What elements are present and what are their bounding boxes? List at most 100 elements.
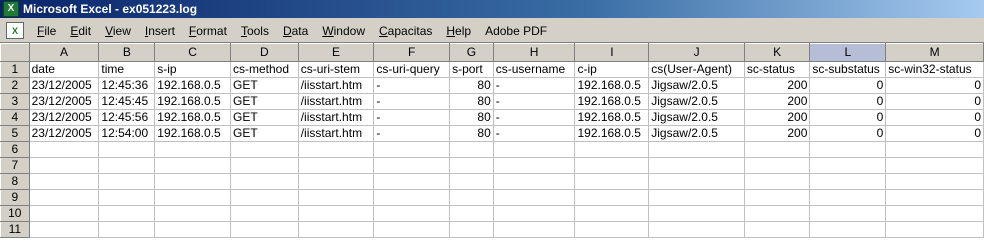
cell-c6[interactable] [154, 141, 231, 158]
cell-m5[interactable]: 0 [885, 125, 984, 142]
cell-c1[interactable]: s-ip [154, 61, 231, 78]
cell-e7[interactable] [297, 157, 375, 174]
cell-i2[interactable]: 192.168.0.5 [574, 77, 650, 94]
cell-d8[interactable] [229, 173, 299, 190]
cell-g7[interactable] [449, 157, 494, 174]
cell-e10[interactable] [297, 205, 375, 222]
menu-item-tools[interactable]: Tools [234, 21, 276, 41]
cell-i6[interactable] [574, 141, 650, 158]
cell-f1[interactable]: cs-uri-query [373, 61, 451, 78]
cell-a6[interactable] [28, 141, 100, 158]
cell-a4[interactable]: 23/12/2005 [28, 109, 100, 126]
cell-a8[interactable] [28, 173, 100, 190]
cell-f7[interactable] [373, 157, 451, 174]
cell-h3[interactable]: - [492, 93, 576, 110]
cell-g3[interactable]: 80 [449, 93, 494, 110]
excel-icon[interactable]: X [3, 1, 19, 17]
cell-i5[interactable]: 192.168.0.5 [574, 125, 650, 142]
cell-f9[interactable] [373, 189, 451, 206]
cell-h4[interactable]: - [492, 109, 576, 126]
menu-item-view[interactable]: View [98, 21, 138, 41]
cell-l3[interactable]: 0 [809, 93, 887, 110]
cell-h10[interactable] [492, 205, 576, 222]
cell-h2[interactable]: - [492, 77, 576, 94]
cell-f4[interactable]: - [373, 109, 451, 126]
cell-e3[interactable]: /iisstart.htm [297, 93, 375, 110]
cell-m1[interactable]: sc-win32-status [885, 61, 984, 78]
column-header-a[interactable]: A [28, 43, 100, 62]
cell-m9[interactable] [885, 189, 984, 206]
cell-j6[interactable] [648, 141, 745, 158]
cell-l9[interactable] [809, 189, 887, 206]
cell-h5[interactable]: - [492, 125, 576, 142]
cell-i3[interactable]: 192.168.0.5 [574, 93, 650, 110]
cell-j11[interactable] [648, 221, 745, 238]
cell-k2[interactable]: 200 [743, 77, 811, 94]
row-header[interactable]: 2 [0, 77, 30, 94]
cell-k8[interactable] [743, 173, 811, 190]
cell-j2[interactable]: Jigsaw/2.0.5 [648, 77, 745, 94]
row-header[interactable]: 8 [0, 173, 30, 190]
column-header-c[interactable]: C [154, 43, 231, 62]
cell-h11[interactable] [492, 221, 576, 238]
cell-e5[interactable]: /iisstart.htm [297, 125, 375, 142]
cell-f11[interactable] [373, 221, 451, 238]
cell-f8[interactable] [373, 173, 451, 190]
cell-a11[interactable] [28, 221, 100, 238]
cell-b6[interactable] [98, 141, 156, 158]
cell-m11[interactable] [885, 221, 984, 238]
cell-g2[interactable]: 80 [449, 77, 494, 94]
cell-c5[interactable]: 192.168.0.5 [154, 125, 231, 142]
cell-j9[interactable] [648, 189, 745, 206]
row-header[interactable]: 9 [0, 189, 30, 206]
row-header[interactable]: 7 [0, 157, 30, 174]
cell-a10[interactable] [28, 205, 100, 222]
cell-d2[interactable]: GET [229, 77, 299, 94]
cell-e4[interactable]: /iisstart.htm [297, 109, 375, 126]
cell-e6[interactable] [297, 141, 375, 158]
cell-k11[interactable] [743, 221, 811, 238]
cell-h1[interactable]: cs-username [492, 61, 576, 78]
select-all-corner[interactable] [0, 43, 30, 62]
cell-k10[interactable] [743, 205, 811, 222]
cell-d1[interactable]: cs-method [229, 61, 299, 78]
cell-a5[interactable]: 23/12/2005 [28, 125, 100, 142]
cell-m6[interactable] [885, 141, 984, 158]
column-header-m[interactable]: M [885, 43, 984, 62]
menu-item-window[interactable]: Window [315, 21, 372, 41]
cell-l11[interactable] [809, 221, 887, 238]
cell-b4[interactable]: 12:45:56 [98, 109, 156, 126]
cell-b11[interactable] [98, 221, 156, 238]
cell-d9[interactable] [229, 189, 299, 206]
cell-j3[interactable]: Jigsaw/2.0.5 [648, 93, 745, 110]
row-header[interactable]: 6 [0, 141, 30, 158]
row-header[interactable]: 4 [0, 109, 30, 126]
cell-i10[interactable] [574, 205, 650, 222]
column-header-b[interactable]: B [98, 43, 156, 62]
cell-e1[interactable]: cs-uri-stem [297, 61, 375, 78]
cell-b1[interactable]: time [98, 61, 156, 78]
cell-g8[interactable] [449, 173, 494, 190]
cell-g6[interactable] [449, 141, 494, 158]
cell-k4[interactable]: 200 [743, 109, 811, 126]
cell-m2[interactable]: 0 [885, 77, 984, 94]
cell-f6[interactable] [373, 141, 451, 158]
cell-a7[interactable] [28, 157, 100, 174]
cell-h7[interactable] [492, 157, 576, 174]
menu-item-edit[interactable]: Edit [63, 21, 98, 41]
menu-item-format[interactable]: Format [182, 21, 234, 41]
cell-i7[interactable] [574, 157, 650, 174]
row-header[interactable]: 3 [0, 93, 30, 110]
cell-d11[interactable] [229, 221, 299, 238]
menu-item-insert[interactable]: Insert [138, 21, 182, 41]
cell-b7[interactable] [98, 157, 156, 174]
column-header-k[interactable]: K [743, 43, 811, 62]
cell-b5[interactable]: 12:54:00 [98, 125, 156, 142]
cell-j5[interactable]: Jigsaw/2.0.5 [648, 125, 745, 142]
cell-g11[interactable] [449, 221, 494, 238]
column-header-h[interactable]: H [492, 43, 576, 62]
column-header-f[interactable]: F [373, 43, 451, 62]
cell-l1[interactable]: sc-substatus [809, 61, 887, 78]
cell-m3[interactable]: 0 [885, 93, 984, 110]
cell-h9[interactable] [492, 189, 576, 206]
